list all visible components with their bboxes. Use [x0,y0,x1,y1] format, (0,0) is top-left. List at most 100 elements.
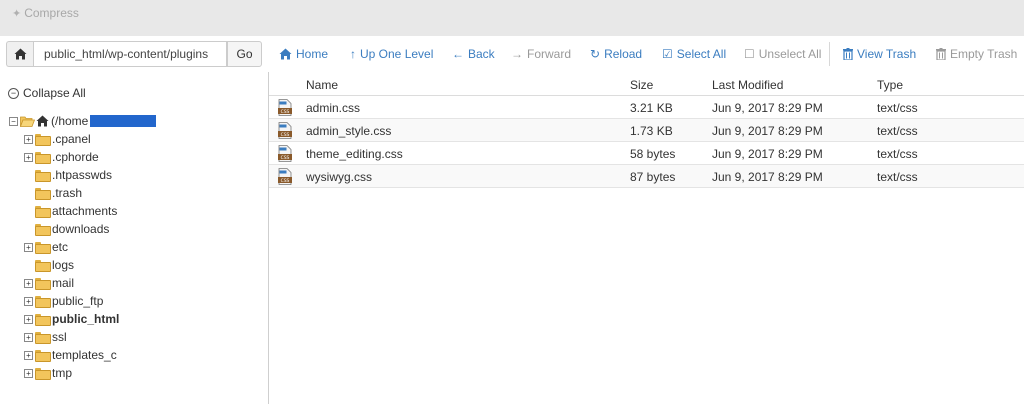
go-button[interactable]: Go [227,41,262,67]
expand-node-icon[interactable]: + [24,314,33,324]
collapse-icon: − [8,87,19,99]
tree-item[interactable]: + mail [24,274,74,292]
reload-icon: ↻ [590,47,601,61]
collapse-all-button[interactable]: − Collapse All [8,86,86,100]
trash-icon [843,48,853,60]
file-type: text/css [877,101,918,115]
file-name: wysiwyg.css [306,170,373,184]
expand-node-icon[interactable]: + [24,296,33,306]
compress-icon: ✦ [12,7,22,20]
table-header: Name Size Last Modified Type [269,72,1024,96]
forward-button[interactable]: → Forward [511,47,571,61]
home-button[interactable]: Home [279,47,328,61]
back-button[interactable]: ← Back [452,47,495,61]
table-row[interactable]: CSS admin.css 3.21 KB Jun 9, 2017 8:29 P… [269,96,1024,119]
file-type: text/css [877,170,918,184]
checkbox-checked-icon: ☑ [662,47,673,61]
up-arrow-icon: ↑ [350,47,356,61]
file-size: 87 bytes [630,170,676,184]
css-file-icon: CSS [278,99,292,116]
tree-item-label: .cpanel [52,132,91,146]
folder-icon [35,152,51,164]
view-trash-button[interactable]: View Trash [843,47,916,61]
expand-node-icon[interactable]: + [24,368,33,378]
compress-button[interactable]: ✦ Compress [12,6,79,20]
expand-node-icon[interactable]: + [24,242,33,252]
folder-tree-pane: − Collapse All − (/home + .cpanel + .cph… [0,72,268,404]
select-all-button[interactable]: ☑ Select All [662,47,726,61]
expand-node-icon[interactable]: + [24,152,33,162]
folder-icon [35,242,51,254]
forward-label: Forward [527,47,572,61]
tree-item[interactable]: + .cpanel [24,130,91,148]
tree-item-label: tmp [52,366,73,380]
tree-item[interactable]: downloads [24,220,109,238]
expand-node-icon[interactable]: + [24,278,33,288]
svg-text:CSS: CSS [281,155,290,161]
tree-item[interactable]: .trash [24,184,82,202]
expander-spacer [24,260,33,270]
forward-arrow-icon: → [511,47,523,61]
tree-item[interactable]: + templates_c [24,346,117,364]
unselect-all-label: Unselect All [758,47,822,61]
expand-node-icon[interactable]: + [24,332,33,342]
view-trash-label: View Trash [857,47,917,61]
home-icon [279,48,292,60]
folder-icon [35,278,51,290]
empty-trash-button[interactable]: Empty Trash [936,47,1017,61]
file-size: 58 bytes [630,147,676,161]
expand-node-icon[interactable]: + [24,134,33,144]
path-home-button[interactable] [6,41,33,67]
tree-item-label: downloads [52,222,110,236]
tree-item-label: .htpasswds [52,168,113,182]
home-icon [14,48,26,60]
tree-item[interactable]: + public_ftp [24,292,103,310]
reload-button[interactable]: ↻ Reload [590,47,642,61]
tree-root[interactable]: − (/home [9,112,157,130]
compress-label: Compress [24,6,79,20]
home-label: Home [296,47,329,61]
tree-item[interactable]: .htpasswds [24,166,112,184]
up-one-level-label: Up One Level [360,47,434,61]
tree-item-label: public_html [52,312,120,326]
tree-item[interactable]: + ssl [24,328,67,346]
collapse-node-icon[interactable]: − [9,116,18,126]
svg-text:CSS: CSS [281,178,290,184]
redacted-username [90,115,157,127]
column-header-last-modified[interactable]: Last Modified [712,78,783,92]
tree-item-label: .trash [52,186,83,200]
select-all-label: Select All [676,47,727,61]
svg-text:CSS: CSS [281,109,290,115]
folder-icon [35,188,51,200]
up-one-level-button[interactable]: ↑ Up One Level [350,47,433,61]
tree-item-selected[interactable]: + public_html [24,310,119,328]
table-row[interactable]: CSS admin_style.css 1.73 KB Jun 9, 2017 … [269,119,1024,142]
tree-item[interactable]: attachments [24,202,117,220]
back-label: Back [468,47,495,61]
column-header-size[interactable]: Size [630,78,653,92]
collapse-all-label: Collapse All [23,86,86,100]
tree-item[interactable]: + .cphorde [24,148,99,166]
home-icon [36,115,49,127]
reload-label: Reload [604,47,643,61]
file-name: theme_editing.css [306,147,403,161]
folder-icon [35,224,51,236]
column-header-type[interactable]: Type [877,78,903,92]
folder-icon [35,260,51,272]
unselect-all-button[interactable]: ☐ Unselect All [744,47,821,61]
table-row[interactable]: CSS wysiwyg.css 87 bytes Jun 9, 2017 8:2… [269,165,1024,188]
column-header-name[interactable]: Name [306,78,338,92]
back-arrow-icon: ← [452,47,464,61]
tree-item[interactable]: logs [24,256,74,274]
svg-text:CSS: CSS [281,132,290,138]
tree-item-label: logs [52,258,75,272]
tree-item-label: .cphorde [52,150,99,164]
tree-item[interactable]: + tmp [24,364,72,382]
folder-icon [35,314,51,326]
path-input[interactable] [33,41,227,67]
tree-item-label: mail [52,276,75,290]
toolbar-divider [829,42,830,66]
expand-node-icon[interactable]: + [24,350,33,360]
tree-item[interactable]: + etc [24,238,68,256]
table-row[interactable]: CSS theme_editing.css 58 bytes Jun 9, 20… [269,142,1024,165]
